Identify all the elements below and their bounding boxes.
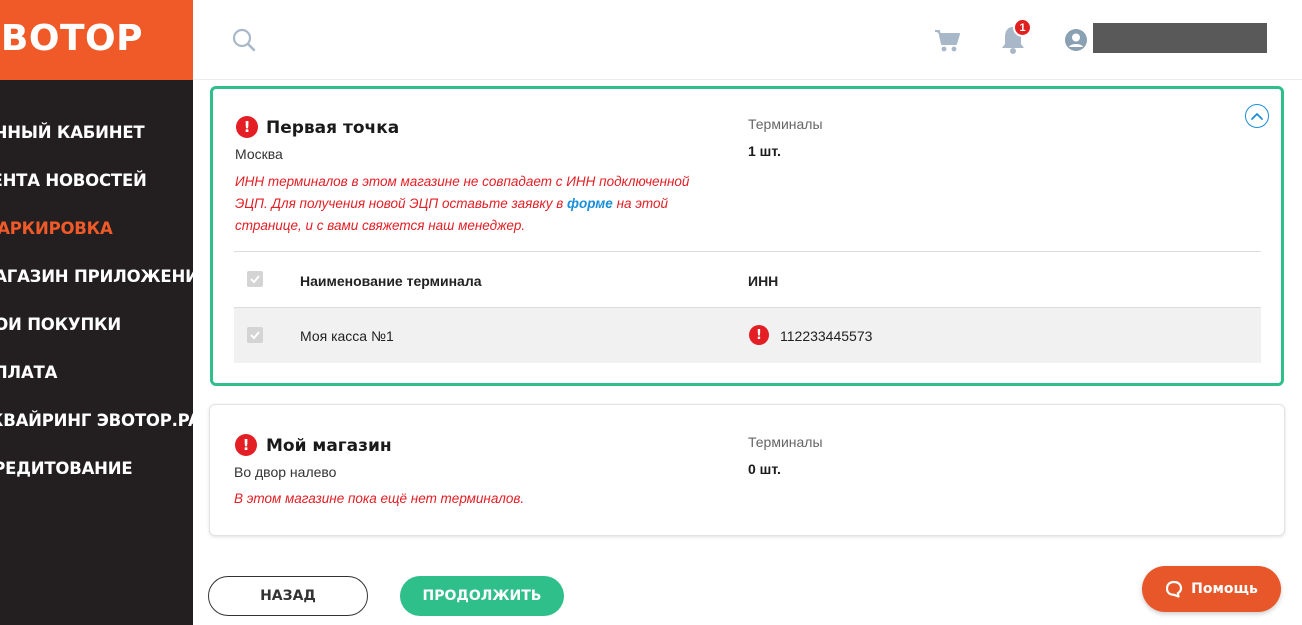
sidebar-nav: ЛИЧНЫЙ КАБИНЕТ ЛЕНТА НОВОСТЕЙ МАРКИРОВКА… — [0, 108, 193, 492]
divider — [234, 251, 1261, 252]
terminal-inn: 112233445573 — [780, 328, 873, 344]
sidebar-item-payment[interactable]: ОПЛАТА — [0, 348, 193, 396]
logo-text: ЭВОТОР — [0, 18, 144, 59]
notification-badge: 1 — [1013, 18, 1032, 37]
form-link[interactable]: форме — [567, 196, 613, 211]
warning-icon: ! — [235, 434, 257, 456]
back-button[interactable]: НАЗАД — [208, 576, 368, 616]
sidebar-item-label: КРЕДИТОВАНИЕ — [0, 458, 133, 478]
checkmark-icon — [250, 331, 260, 340]
sidebar-item-app-store[interactable]: МАГАЗИН ПРИЛОЖЕНИЙ — [0, 252, 193, 300]
help-label: Помощь — [1191, 581, 1258, 597]
user-icon[interactable] — [1064, 28, 1088, 52]
sidebar-item-acquiring[interactable]: ЭКВАЙРИНГ ЭВОТОР.PAY — [0, 396, 193, 444]
continue-button[interactable]: ПРОДОЛЖИТЬ — [400, 576, 564, 616]
terminals-label: Терминалы — [748, 434, 823, 450]
logo[interactable]: ЭВОТОР — [0, 0, 193, 80]
sidebar-item-label: МАГАЗИН ПРИЛОЖЕНИЙ — [0, 266, 193, 286]
row-checkbox[interactable] — [247, 327, 263, 343]
sidebar-item-label: ЛЕНТА НОВОСТЕЙ — [0, 170, 147, 190]
search-icon[interactable] — [231, 27, 257, 53]
chevron-up-icon — [1251, 113, 1263, 120]
store-card-first-point: ! Первая точка Москва ИНН терминалов в э… — [210, 86, 1284, 386]
checkmark-icon — [250, 275, 260, 284]
terminals-count: 0 шт. — [748, 461, 781, 477]
warning-icon: ! — [236, 116, 258, 138]
top-header: 1 — [193, 0, 1302, 80]
sidebar-item-label: МАРКИРОВКА — [0, 218, 113, 238]
store-name: Мой магазин — [266, 436, 392, 456]
sidebar: ЭВОТОР ЛИЧНЫЙ КАБИНЕТ ЛЕНТА НОВОСТЕЙ МАР… — [0, 0, 193, 625]
sidebar-item-crediting[interactable]: КРЕДИТОВАНИЕ — [0, 444, 193, 492]
table-row[interactable]: Моя касса №1 ! 112233445573 — [234, 308, 1261, 363]
terminals-label: Терминалы — [748, 116, 823, 132]
help-button[interactable]: Помощь — [1142, 566, 1281, 612]
cart-icon[interactable] — [933, 26, 961, 54]
sidebar-item-label: МОИ ПОКУПКИ — [0, 314, 121, 334]
sidebar-item-label: ЭКВАЙРИНГ ЭВОТОР.PAY — [0, 410, 193, 430]
terminals-count: 1 шт. — [748, 143, 781, 159]
select-all-checkbox[interactable] — [247, 271, 263, 287]
sidebar-item-marking[interactable]: МАРКИРОВКА — [0, 204, 193, 252]
sidebar-item-label: ОПЛАТА — [0, 362, 58, 382]
sidebar-item-news-feed[interactable]: ЛЕНТА НОВОСТЕЙ — [0, 156, 193, 204]
column-header-terminal-name: Наименование терминала — [300, 273, 482, 289]
terminal-name: Моя касса №1 — [300, 328, 394, 344]
chat-bubble-icon — [1166, 580, 1183, 598]
store-error-message: ИНН терминалов в этом магазине не совпад… — [235, 171, 725, 237]
user-name-redacted[interactable] — [1093, 23, 1267, 53]
warning-icon: ! — [749, 325, 769, 345]
sidebar-item-label: ЛИЧНЫЙ КАБИНЕТ — [0, 122, 145, 142]
notifications-button[interactable]: 1 — [999, 18, 1032, 56]
store-name: Первая точка — [266, 118, 400, 138]
sidebar-item-my-purchases[interactable]: МОИ ПОКУПКИ — [0, 300, 193, 348]
store-city: Во двор налево — [234, 464, 337, 480]
store-card-my-store: ! Мой магазин Во двор налево В этом мага… — [209, 404, 1285, 536]
sidebar-item-personal-account[interactable]: ЛИЧНЫЙ КАБИНЕТ — [0, 108, 193, 156]
column-header-inn: ИНН — [748, 273, 779, 289]
store-error-message: В этом магазине пока ещё нет терминалов. — [234, 491, 525, 506]
collapse-button[interactable] — [1245, 104, 1269, 128]
store-city: Москва — [235, 146, 283, 162]
